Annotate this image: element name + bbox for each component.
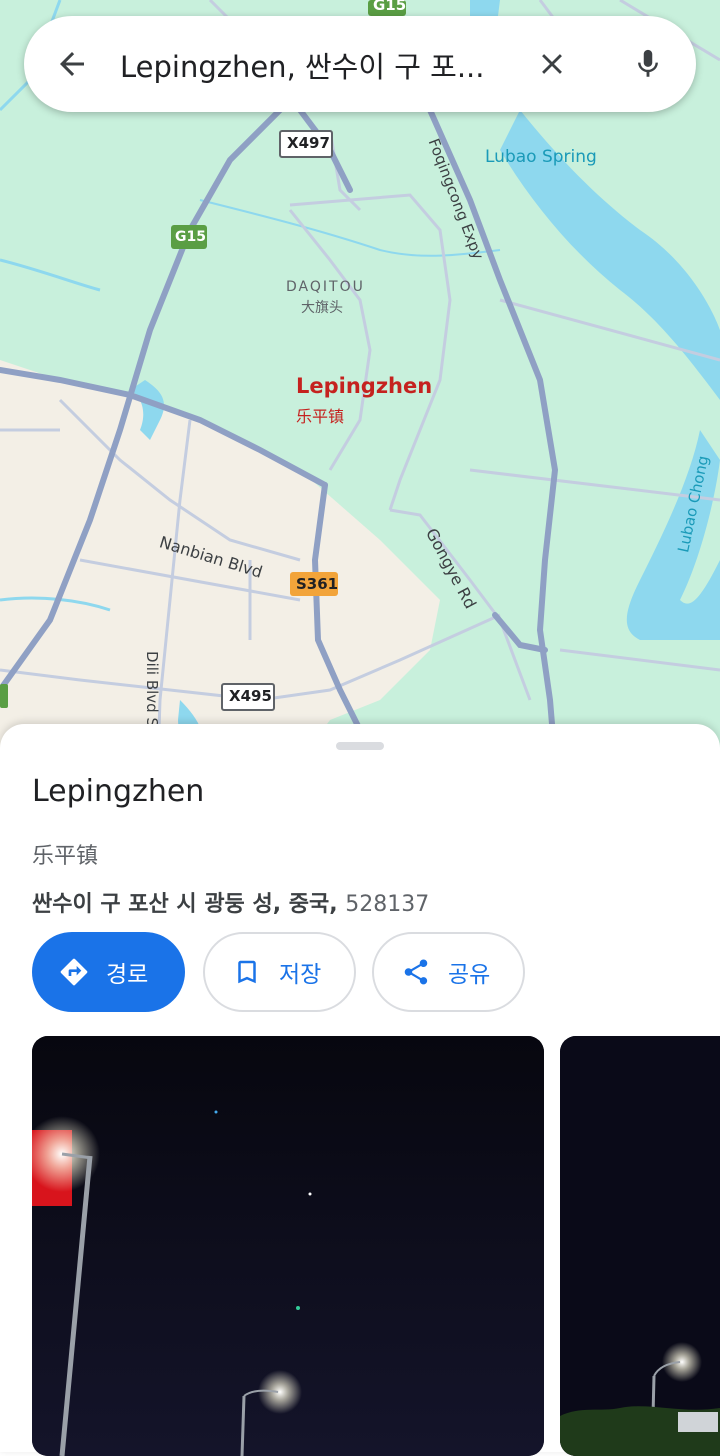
map-label-daqitou-cn: 大旗头 (301, 300, 343, 316)
map-view[interactable]: G15 X497 Foqingcong Expy Lubao Spring G1… (0, 0, 720, 760)
sheet-drag-handle[interactable] (336, 742, 384, 750)
place-sheet[interactable]: Lepingzhen 乐平镇 싼수이 구 포산 시 광둥 성, 중국, 5281… (0, 724, 720, 1456)
night-street-photo (32, 1036, 544, 1456)
bookmark-icon (231, 956, 263, 988)
save-button[interactable]: 저장 (203, 932, 356, 1012)
place-local-name: 乐平镇 (32, 844, 99, 869)
directions-button[interactable]: 경로 (32, 932, 185, 1012)
save-label: 저장 (279, 962, 322, 988)
map-label-lubao-spring[interactable]: Lubao Spring (485, 147, 597, 167)
place-photo[interactable] (32, 1036, 544, 1456)
map-shield-g15-top: G15 (373, 0, 407, 14)
clear-button[interactable] (528, 40, 576, 88)
map-shield-g15: G15 (175, 229, 206, 245)
directions-icon (58, 956, 90, 988)
share-icon (400, 956, 432, 988)
share-button[interactable]: 공유 (372, 932, 525, 1012)
place-title: Lepingzhen (32, 774, 205, 809)
map-label-daqitou[interactable]: DAQITOU (286, 279, 365, 295)
night-street-photo-2 (560, 1036, 720, 1456)
mic-icon (638, 49, 658, 77)
map-shield-x495: X495 (229, 687, 272, 705)
map-label-lepingzhen[interactable]: Lepingzhen (296, 374, 432, 398)
directions-label: 경로 (106, 962, 149, 988)
place-address: 싼수이 구 포산 시 광둥 성, 중국, 528137 (32, 886, 429, 918)
search-query[interactable]: Lepingzhen, 싼수이 구 포... (120, 44, 500, 86)
map-label-dili-blvd-s: Dili Blvd S (142, 651, 161, 727)
map-shield-x497: X497 (287, 134, 330, 152)
place-photo-2[interactable] (560, 1036, 720, 1456)
map-label-lepingzhen-cn: 乐平镇 (296, 407, 345, 426)
voice-search-button[interactable] (624, 40, 672, 88)
close-icon (542, 54, 562, 74)
arrow-back-icon (60, 52, 84, 76)
postal-code: 528137 (345, 892, 430, 917)
search-bar[interactable]: Lepingzhen, 싼수이 구 포... (24, 16, 696, 112)
back-button[interactable] (48, 40, 96, 88)
address-text: 싼수이 구 포산 시 광둥 성, 중국, (32, 892, 346, 917)
share-label: 공유 (448, 962, 491, 988)
map-shield-s361: S361 (296, 575, 339, 593)
